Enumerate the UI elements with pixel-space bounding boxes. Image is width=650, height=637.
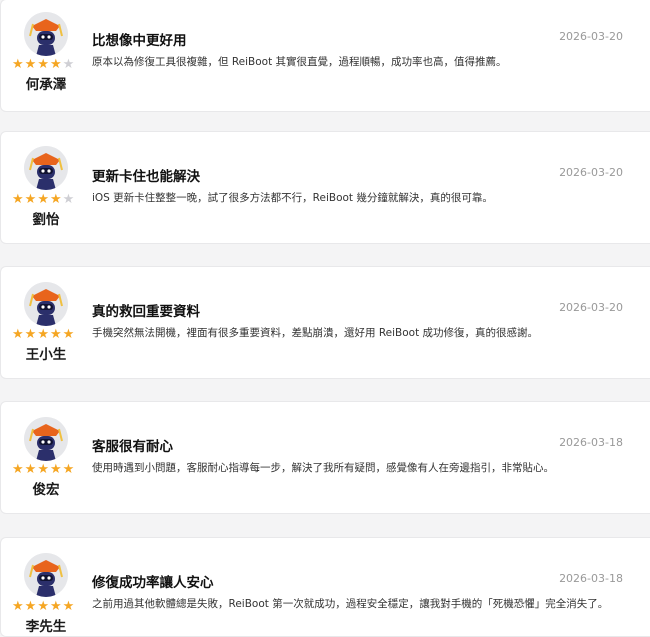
star-icon: ★ <box>62 57 75 72</box>
star-icon: ★ <box>49 327 62 342</box>
review-date: 2026-03-18 <box>559 572 623 585</box>
review-text: 使用時遇到小問題，客服耐心指導每一步，解決了我所有疑問，感覺像有人在旁邊指引，非… <box>92 462 554 474</box>
robot-avatar-icon <box>24 553 68 597</box>
star-icon: ★ <box>12 462 24 477</box>
review-title: 真的救回重要資料 <box>92 304 200 320</box>
star-icon: ★ <box>37 599 49 614</box>
robot-avatar-icon <box>24 417 68 461</box>
star-icon: ★ <box>62 599 75 614</box>
reviewer-name: 王小生 <box>25 347 67 363</box>
star-icon: ★ <box>62 192 75 207</box>
star-icon: ★ <box>12 599 24 614</box>
robot-avatar-icon <box>24 12 68 56</box>
review-date: 2026-03-18 <box>559 436 623 449</box>
review-date: 2026-03-20 <box>559 166 623 179</box>
star-icon: ★ <box>37 327 49 342</box>
review-card: ★ ★ ★ ★ ★ 俊宏 客服很有耐心 2026-03-18 使用時遇到小問題，… <box>0 401 650 514</box>
star-rating: ★ ★ ★ ★ ★ <box>12 600 78 613</box>
star-icon: ★ <box>62 327 75 342</box>
star-icon: ★ <box>24 57 37 72</box>
review-title: 修復成功率讓人安心 <box>92 575 214 591</box>
review-text: 原本以為修復工具很複雜，但 ReiBoot 其實很直覺，過程順暢，成功率也高，值… <box>92 56 507 68</box>
review-title: 客服很有耐心 <box>92 439 173 455</box>
star-icon: ★ <box>12 192 24 207</box>
star-icon: ★ <box>12 327 24 342</box>
star-icon: ★ <box>37 192 49 207</box>
reviewer-name: 李先生 <box>25 619 67 635</box>
reviewer-name: 何承澤 <box>25 77 67 93</box>
star-rating: ★ ★ ★ ★ ★ <box>12 193 78 206</box>
review-date: 2026-03-20 <box>559 301 623 314</box>
review-title: 更新卡住也能解決 <box>92 169 200 185</box>
review-title: 比想像中更好用 <box>92 33 187 49</box>
review-card: ★ ★ ★ ★ ★ 王小生 真的救回重要資料 2026-03-20 手機突然無法… <box>0 266 650 379</box>
review-card: ★ ★ ★ ★ ★ 李先生 修復成功率讓人安心 2026-03-18 之前用過其… <box>0 537 650 637</box>
star-icon: ★ <box>24 599 37 614</box>
review-card: ★ ★ ★ ★ ★ 劉怡 更新卡住也能解決 2026-03-20 iOS 更新卡… <box>0 131 650 244</box>
star-icon: ★ <box>37 462 49 477</box>
review-text: iOS 更新卡住整整一晚，試了很多方法都不行，ReiBoot 幾分鐘就解決，真的… <box>92 192 493 204</box>
star-rating: ★ ★ ★ ★ ★ <box>12 328 78 341</box>
star-rating: ★ ★ ★ ★ ★ <box>12 463 78 476</box>
star-icon: ★ <box>49 192 62 207</box>
star-icon: ★ <box>49 462 62 477</box>
review-text: 之前用過其他軟體總是失敗，ReiBoot 第一次就成功，過程安全穩定，讓我對手機… <box>92 598 609 610</box>
reviewer-name: 俊宏 <box>32 482 60 498</box>
star-icon: ★ <box>62 462 75 477</box>
star-icon: ★ <box>24 192 37 207</box>
star-icon: ★ <box>24 462 37 477</box>
robot-avatar-icon <box>24 146 68 190</box>
star-icon: ★ <box>24 327 37 342</box>
star-icon: ★ <box>37 57 49 72</box>
review-date: 2026-03-20 <box>559 30 623 43</box>
review-text: 手機突然無法開機，裡面有很多重要資料，差點崩潰，還好用 ReiBoot 成功修復… <box>92 327 539 339</box>
review-card: ★ ★ ★ ★ ★ 何承澤 比想像中更好用 2026-03-20 原本以為修復工… <box>0 0 650 112</box>
star-icon: ★ <box>49 57 62 72</box>
star-icon: ★ <box>49 599 62 614</box>
star-rating: ★ ★ ★ ★ ★ <box>12 58 78 71</box>
reviewer-name: 劉怡 <box>32 212 60 228</box>
robot-avatar-icon <box>24 282 68 326</box>
star-icon: ★ <box>12 57 24 72</box>
